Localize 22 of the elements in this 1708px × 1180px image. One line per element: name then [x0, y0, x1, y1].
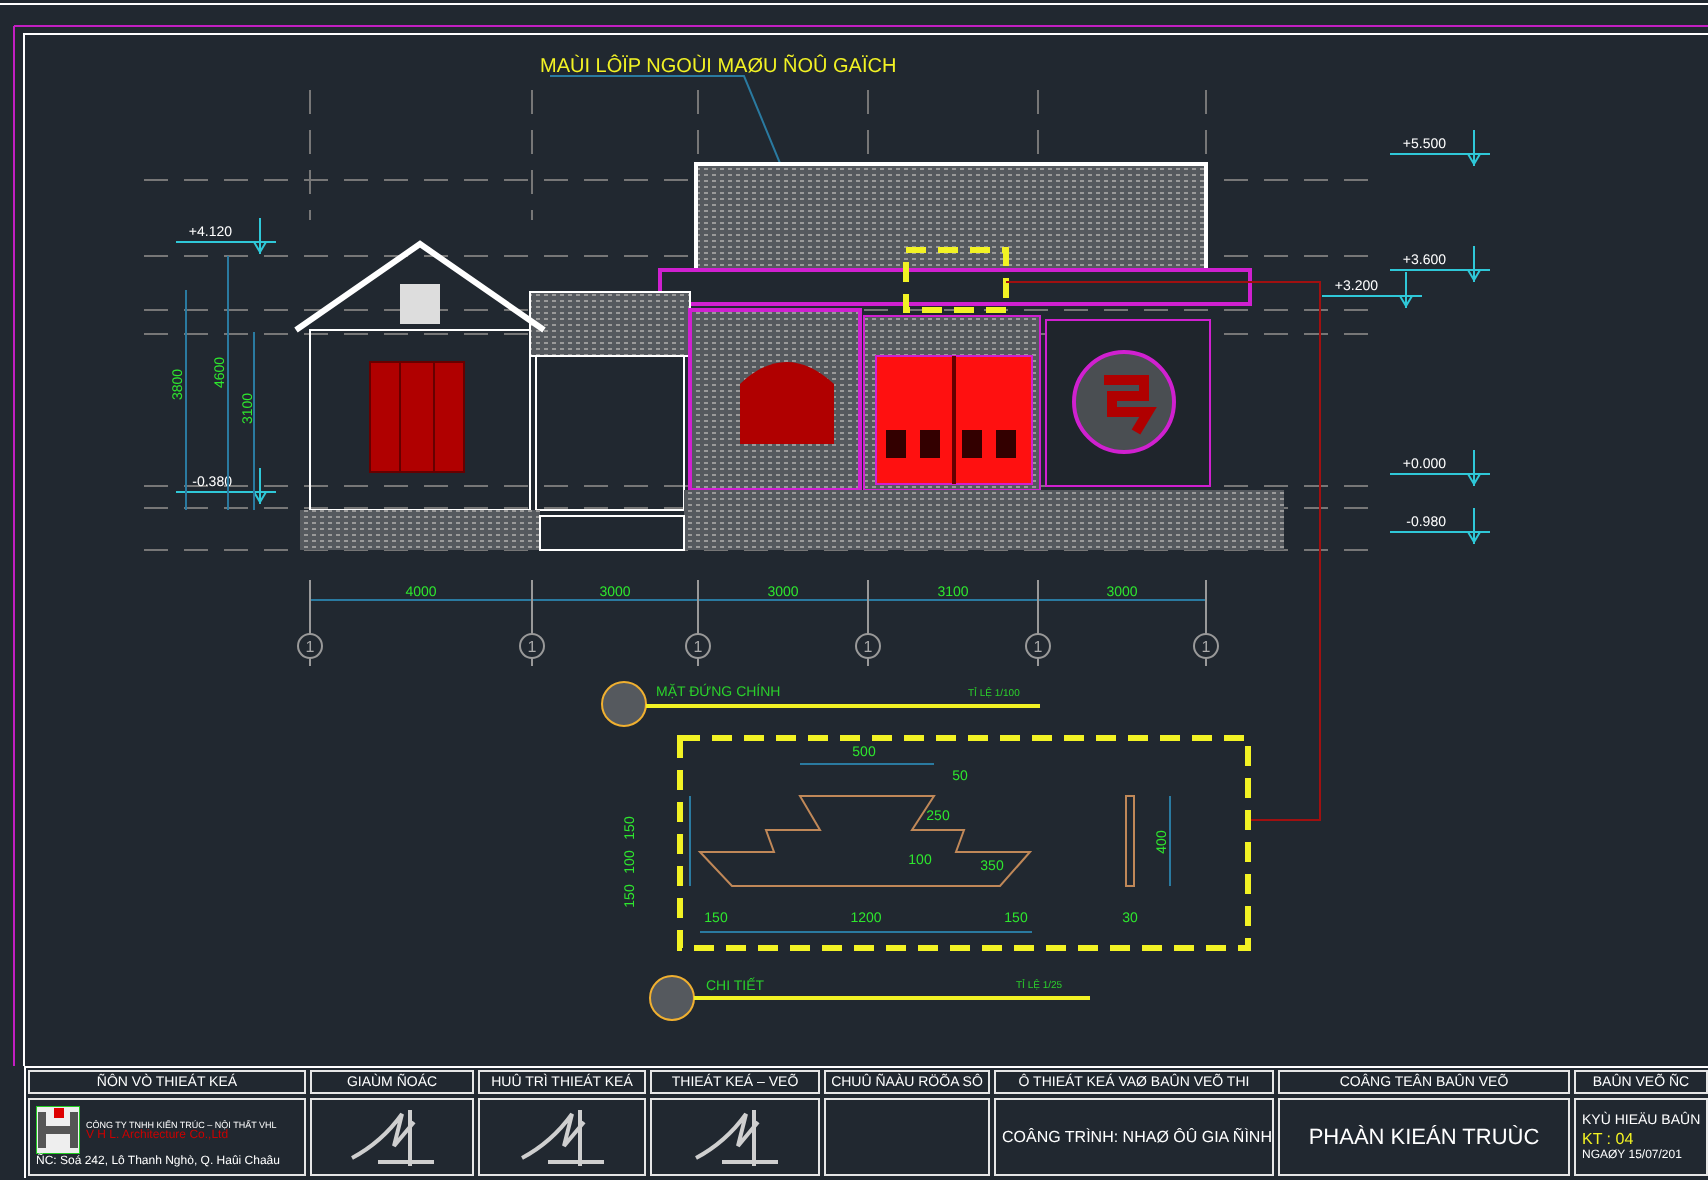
slat-drawing	[1125, 795, 1135, 887]
axis-label: 1	[863, 638, 873, 656]
level-marker	[1389, 507, 1491, 545]
project-name: COÂNG TRÌNH: NHAØ ÔÛ GIA ÑÌNH	[1002, 1128, 1272, 1146]
axis-label: 1	[1033, 638, 1043, 656]
section-symbol	[649, 975, 695, 1021]
axis-label: 1	[527, 638, 537, 656]
level-marker	[175, 467, 277, 505]
sheet-code: KT : 04	[1582, 1129, 1634, 1147]
level-marker	[1389, 449, 1491, 487]
sheet-title: PHAÀN KIEÁN TRUÙC	[1308, 1125, 1540, 1149]
level-marker	[175, 217, 277, 255]
level-marker	[1321, 271, 1423, 309]
company-logo-icon	[36, 1106, 80, 1154]
level-marker	[1389, 129, 1491, 167]
level-marker	[1389, 245, 1491, 283]
roof-note: MAÙI LÔÏP NGOÙI MAØU ÑOÛ GAÏCH	[540, 56, 897, 78]
highlight-frame	[903, 247, 1009, 313]
axis-label: 1	[693, 638, 703, 656]
section-symbol	[601, 681, 647, 727]
axis-label: 1	[305, 638, 315, 656]
axis-label: 1	[1201, 638, 1211, 656]
